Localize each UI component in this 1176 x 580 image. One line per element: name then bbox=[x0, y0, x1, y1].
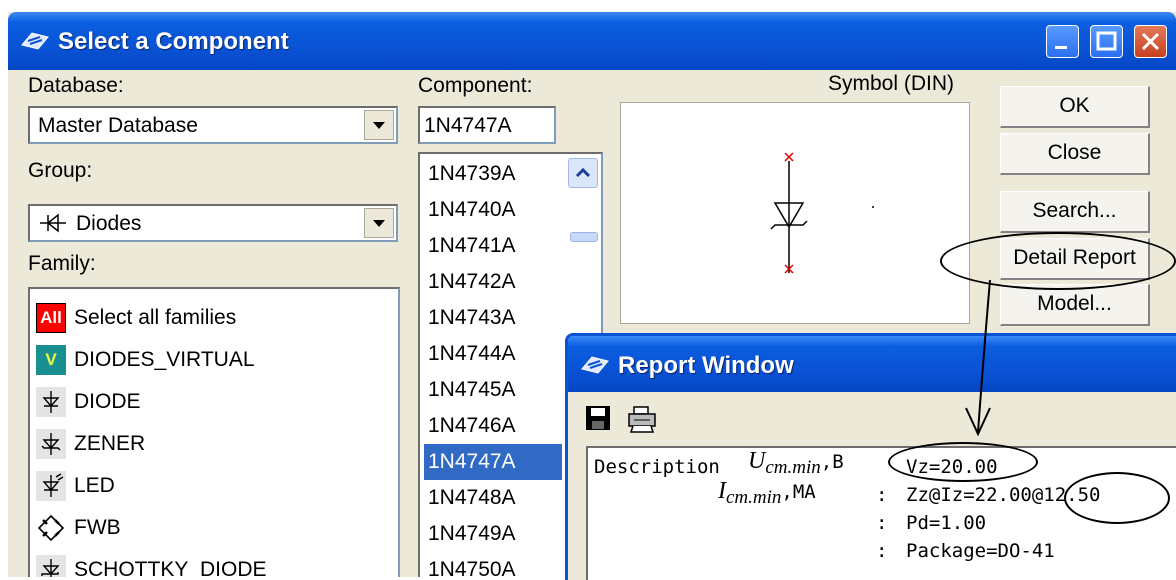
annotation-arrow-icon bbox=[965, 279, 991, 437]
